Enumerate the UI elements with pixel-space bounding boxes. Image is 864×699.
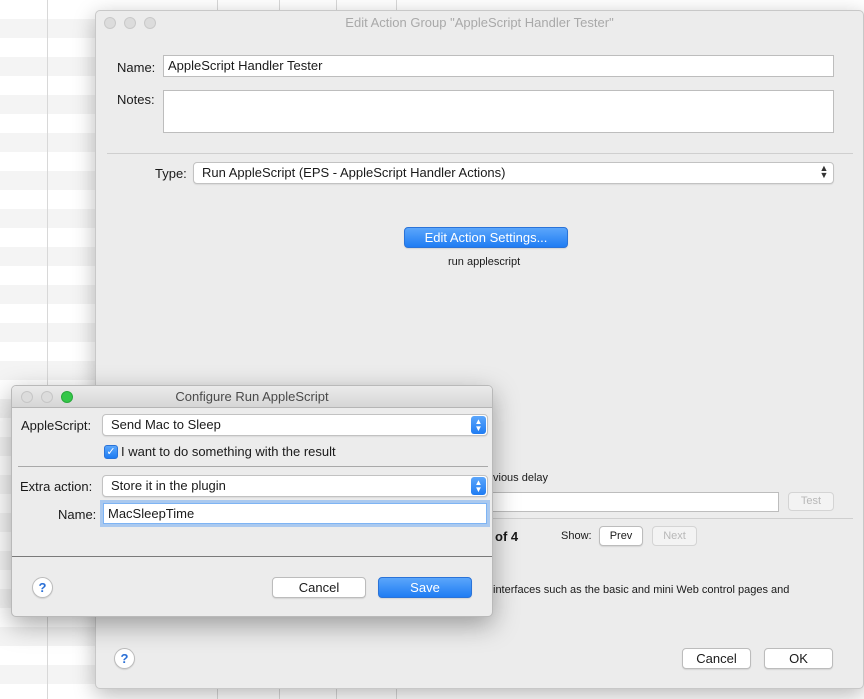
help-button[interactable]: ? bbox=[32, 577, 53, 598]
save-button[interactable]: Save bbox=[378, 577, 472, 598]
page-indicator: of 4 bbox=[495, 529, 519, 544]
delay-field[interactable] bbox=[491, 492, 779, 512]
close-window-button[interactable] bbox=[104, 17, 116, 29]
notes-field[interactable] bbox=[163, 90, 834, 133]
type-label: Type: bbox=[155, 166, 187, 181]
minimize-dialog-button[interactable] bbox=[41, 391, 53, 403]
separator bbox=[18, 466, 488, 467]
extra-action-popup-value: Store it in the plugin bbox=[111, 478, 226, 493]
use-result-checkbox[interactable]: ✓ bbox=[104, 445, 118, 459]
delay-option-text: vious delay bbox=[493, 472, 549, 484]
extra-action-popup[interactable]: Store it in the plugin ▲ ▼ bbox=[102, 475, 488, 497]
separator bbox=[107, 153, 853, 154]
edit-action-settings-button[interactable]: Edit Action Settings... bbox=[404, 227, 568, 248]
separator bbox=[493, 518, 853, 519]
popup-arrows-icon: ▲ ▼ bbox=[819, 163, 829, 180]
close-dialog-button[interactable] bbox=[21, 391, 33, 403]
description-text: interfaces such as the basic and mini We… bbox=[493, 584, 790, 596]
test-button[interactable]: Test bbox=[788, 492, 834, 511]
result-name-label: Name: bbox=[58, 507, 97, 522]
use-result-label: I want to do something with the result bbox=[121, 444, 336, 459]
result-name-field[interactable]: MacSleepTime bbox=[103, 503, 487, 524]
zoom-window-button[interactable] bbox=[144, 17, 156, 29]
notes-label: Notes: bbox=[117, 92, 155, 107]
extra-action-label: Extra action: bbox=[20, 479, 93, 494]
ok-button[interactable]: OK bbox=[764, 648, 833, 669]
show-label: Show: bbox=[561, 530, 592, 542]
separator bbox=[12, 556, 492, 557]
dialog-title: Configure Run AppleScript bbox=[12, 386, 492, 408]
action-summary-text: run applescript bbox=[448, 256, 521, 268]
prev-button[interactable]: Prev bbox=[599, 526, 643, 546]
type-popup-value: Run AppleScript (EPS - AppleScript Handl… bbox=[202, 165, 506, 180]
popup-arrows-icon: ▲ ▼ bbox=[471, 477, 486, 495]
help-button[interactable]: ? bbox=[114, 648, 135, 669]
cancel-button[interactable]: Cancel bbox=[682, 648, 751, 669]
name-field[interactable]: AppleScript Handler Tester bbox=[163, 55, 834, 77]
applescript-label: AppleScript: bbox=[21, 418, 92, 433]
applescript-popup-value: Send Mac to Sleep bbox=[111, 417, 221, 432]
type-popup[interactable]: Run AppleScript (EPS - AppleScript Handl… bbox=[193, 162, 834, 184]
zoom-dialog-button[interactable] bbox=[61, 391, 73, 403]
window-title: Edit Action Group "AppleScript Handler T… bbox=[345, 15, 614, 30]
popup-arrows-icon: ▲ ▼ bbox=[471, 416, 486, 434]
cancel-button[interactable]: Cancel bbox=[272, 577, 366, 598]
applescript-popup[interactable]: Send Mac to Sleep ▲ ▼ bbox=[102, 414, 488, 436]
configure-run-applescript-dialog: Configure Run AppleScript AppleScript: S… bbox=[11, 385, 493, 617]
name-label: Name: bbox=[117, 60, 156, 75]
next-button[interactable]: Next bbox=[652, 526, 697, 546]
minimize-window-button[interactable] bbox=[124, 17, 136, 29]
